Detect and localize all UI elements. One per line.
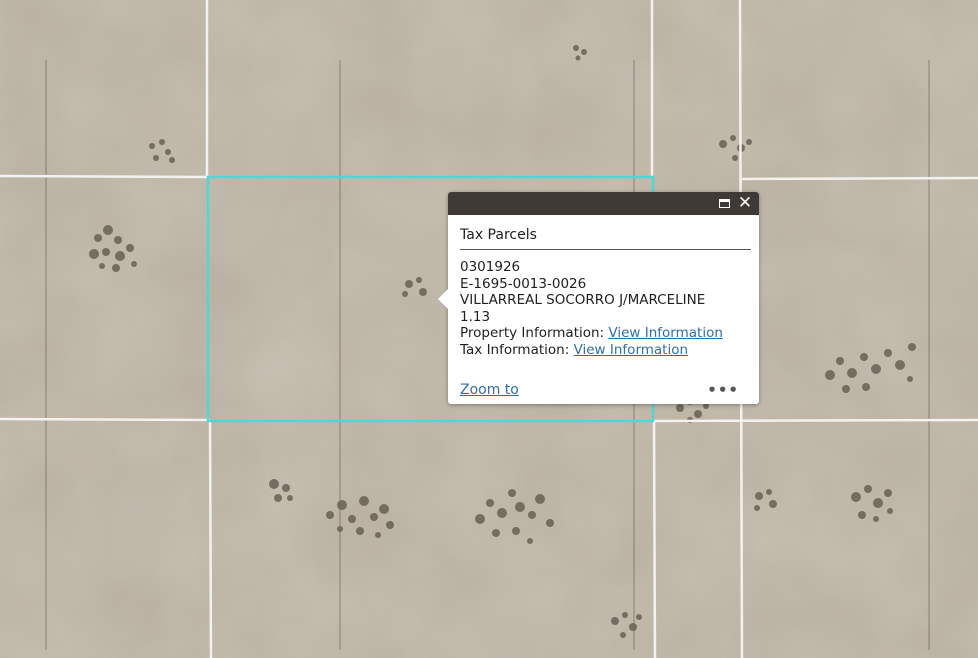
popup-pointer [438,288,449,310]
popup-body: Tax Parcels 0301926 E-1695-0013-0026 VIL… [448,215,759,358]
parcel-popup: ✕ Tax Parcels 0301926 E-1695-0013-0026 V… [438,192,759,404]
tax-info-row: Tax Information: View Information [460,342,751,359]
maximize-icon[interactable] [715,194,733,212]
popup-footer: Zoom to ••• [460,381,739,399]
property-info-label: Property Information: [460,325,605,341]
close-icon[interactable]: ✕ [736,194,754,212]
property-info-link[interactable]: View Information [608,325,722,341]
more-options-icon[interactable]: ••• [707,381,739,399]
popup-title: Tax Parcels [460,227,751,250]
acreage: 1.13 [460,308,491,325]
owner-name: VILLARREAL SOCORRO J/MARCELINE [460,292,706,308]
tax-info-label: Tax Information: [460,341,570,358]
map-number: E-1695-0013-0026 [460,275,587,292]
popup-header: ✕ [448,192,759,215]
tax-info-link[interactable]: View Information [574,342,688,358]
parcel-id: 0301926 [460,259,521,275]
property-info-row: Property Information: View Information [460,325,751,342]
zoom-to-link[interactable]: Zoom to [460,382,519,398]
